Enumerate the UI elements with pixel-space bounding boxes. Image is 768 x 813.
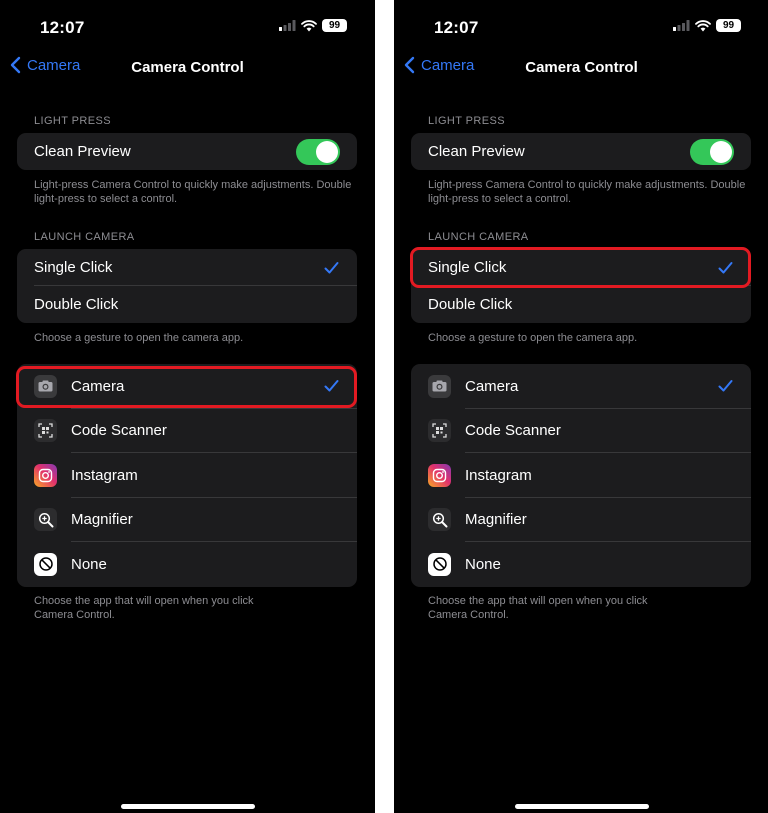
option-label: Single Click: [34, 259, 113, 276]
app-item-magnifier[interactable]: Magnifier: [17, 498, 357, 543]
app-list-footer: Choose the app that will open when you c…: [428, 595, 648, 621]
app-item-label: Instagram: [71, 466, 138, 484]
wifi-icon: [695, 19, 711, 31]
app-item-label: Instagram: [465, 466, 532, 484]
light-press-footer: Light-press Camera Control to quickly ma…: [428, 179, 746, 205]
home-indicator: [514, 804, 649, 809]
option-double-click[interactable]: Double Click: [411, 286, 751, 323]
checkmark-icon: [324, 261, 339, 273]
phone-screenshot-right: 12:07 99 Camera Camera Control LIGHT PRE…: [394, 0, 768, 813]
option-single-click[interactable]: Single Click: [17, 249, 357, 286]
app-list-footer: Choose the app that will open when you c…: [34, 595, 254, 621]
app-item-label: Camera: [465, 377, 519, 395]
option-double-click[interactable]: Double Click: [17, 286, 357, 323]
camera-icon: [428, 374, 451, 398]
navigation-bar: Camera Camera Control: [394, 56, 768, 80]
home-indicator: [120, 804, 255, 809]
app-item-none[interactable]: None: [17, 542, 357, 587]
status-time: 12:07: [434, 18, 479, 37]
navigation-bar: Camera Camera Control: [0, 56, 375, 80]
app-item-instagram[interactable]: Instagram: [17, 453, 357, 498]
app-item-none[interactable]: None: [411, 542, 751, 587]
status-bar: 12:07 99: [394, 0, 768, 52]
light-press-footer: Light-press Camera Control to quickly ma…: [34, 179, 352, 205]
clean-preview-row: Clean Preview: [17, 133, 357, 170]
launch-camera-header: LAUNCH CAMERA: [34, 231, 135, 243]
clean-preview-row: Clean Preview: [411, 133, 751, 170]
qr-scanner-icon: [428, 419, 451, 443]
app-item-instagram[interactable]: Instagram: [411, 453, 751, 498]
app-item-magnifier[interactable]: Magnifier: [411, 498, 751, 543]
instagram-icon: [428, 463, 451, 487]
launch-camera-footer: Choose a gesture to open the camera app.: [428, 332, 638, 344]
magnifier-icon: [428, 508, 451, 532]
status-time: 12:07: [40, 18, 85, 37]
phone-screenshot-left: 12:07 99 Camera Camera Control LIGHT PRE…: [0, 0, 375, 813]
app-item-label: Magnifier: [71, 511, 133, 529]
status-bar: 12:07 99: [0, 0, 375, 52]
instagram-icon: [34, 463, 57, 487]
app-item-label: None: [465, 555, 501, 573]
magnifier-icon: [34, 508, 57, 532]
light-press-group: Clean Preview: [17, 133, 357, 170]
cellular-signal-icon: [673, 20, 690, 31]
light-press-header: LIGHT PRESS: [34, 115, 111, 127]
battery-icon: 99: [716, 19, 741, 32]
page-title: Camera Control: [131, 59, 244, 76]
clean-preview-label: Clean Preview: [34, 143, 131, 160]
highlight-box: [16, 366, 357, 408]
launch-camera-footer: Choose a gesture to open the camera app.: [34, 332, 244, 344]
page-title: Camera Control: [525, 59, 638, 76]
light-press-group: Clean Preview: [411, 133, 751, 170]
app-item-label: None: [71, 555, 107, 573]
none-icon: [428, 552, 451, 576]
cellular-signal-icon: [279, 20, 296, 31]
highlight-box: [410, 247, 751, 288]
app-item-label: Code Scanner: [465, 422, 561, 440]
checkmark-icon: [718, 380, 733, 392]
app-item-label: Magnifier: [465, 511, 527, 529]
app-list-group: Camera Code Scanner Instagram Magnifier: [411, 364, 751, 587]
clean-preview-toggle[interactable]: [296, 138, 340, 165]
clean-preview-toggle[interactable]: [690, 138, 734, 165]
wifi-icon: [301, 19, 317, 31]
app-item-label: Code Scanner: [71, 422, 167, 440]
launch-camera-group: Single Click Double Click: [17, 249, 357, 323]
app-item-code-scanner[interactable]: Code Scanner: [17, 409, 357, 454]
option-label: Double Click: [34, 296, 119, 313]
app-item-code-scanner[interactable]: Code Scanner: [411, 409, 751, 454]
clean-preview-label: Clean Preview: [428, 143, 525, 160]
app-item-camera[interactable]: Camera: [411, 364, 751, 409]
option-label: Double Click: [428, 296, 513, 313]
light-press-header: LIGHT PRESS: [428, 115, 505, 127]
battery-icon: 99: [322, 19, 347, 32]
launch-camera-header: LAUNCH CAMERA: [428, 231, 529, 243]
qr-scanner-icon: [34, 419, 57, 443]
none-icon: [34, 552, 57, 576]
